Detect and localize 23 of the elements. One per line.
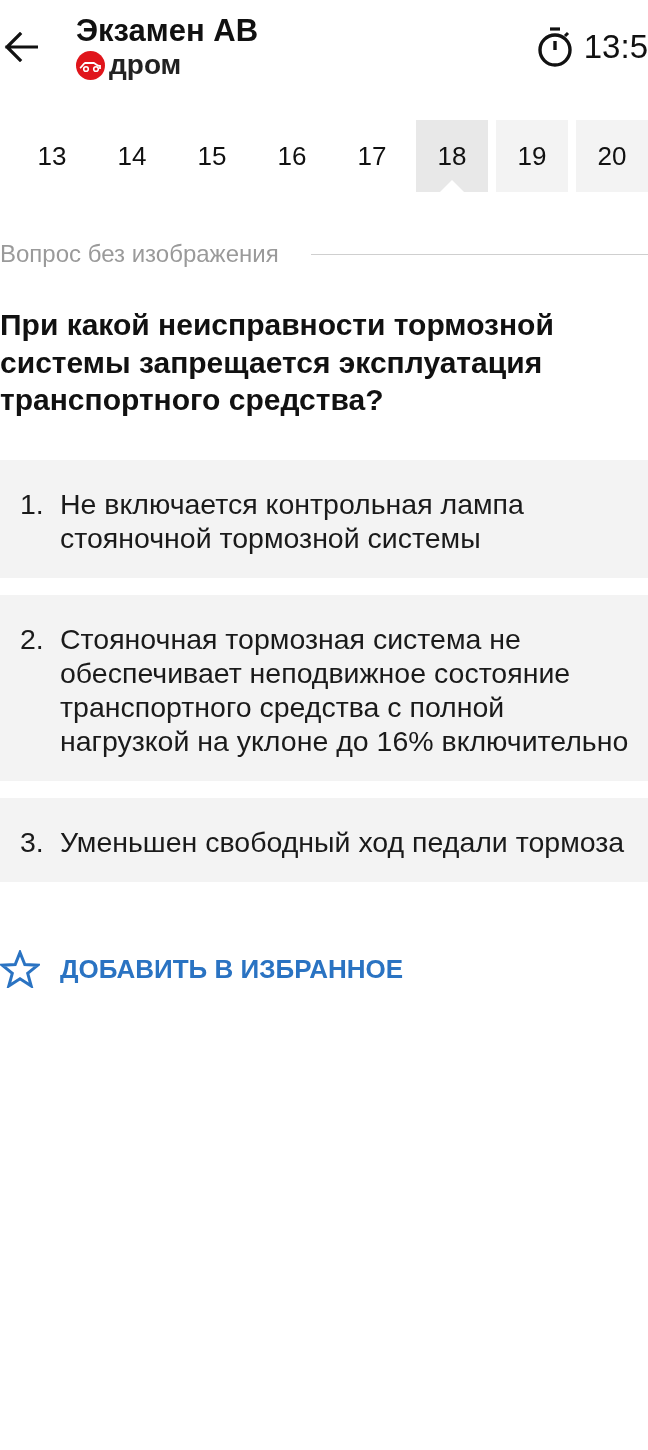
answer-text: Стояночная тормозная система не обеспечивает неподвижное состояние транспортного средства с полной нагрузкой на уклоне до 16% включительно: [60, 621, 630, 758]
answer-number: 2.: [20, 621, 45, 657]
star-icon: [0, 949, 40, 988]
back-arrow-icon: [4, 32, 38, 62]
stopwatch-icon: [535, 27, 574, 67]
answer-option[interactable]: 1. Не включается контрольная лампа стояночной тормозной системы: [0, 459, 648, 578]
question-number-tab[interactable]: 19: [496, 120, 568, 192]
question-number-tab[interactable]: 18: [416, 120, 488, 192]
answer-option[interactable]: 3. Уменьшен свободный ход педали тормоза: [0, 797, 648, 882]
answer-number: 1.: [20, 486, 45, 522]
car-logo-icon: [76, 50, 105, 80]
question-number-tab[interactable]: 20: [576, 120, 648, 192]
answer-number: 3.: [20, 824, 45, 859]
answer-option[interactable]: 2. Стояночная тормозная система не обеспечивает неподвижное состояние транспортного средства с полной нагрузкой на уклоне до 16% включительно: [0, 594, 648, 781]
timer-text: 13:5: [583, 27, 648, 67]
question-type-label: Вопрос без изображения: [0, 240, 279, 268]
add-to-favorites-button[interactable]: ДОБАВИТЬ В ИЗБРАННОЕ: [0, 949, 404, 988]
screen-title: Экзамен АВ: [76, 13, 259, 49]
back-button[interactable]: [4, 31, 38, 63]
brand-name: дром: [109, 49, 182, 81]
question-text: При какой неисправности тормозной системы запрещается эксплуатация транспортного средства?: [0, 307, 555, 418]
answer-text: Не включается контрольная лампа стояночной тормозной системы: [60, 486, 525, 555]
answer-text: Уменьшен свободный ход педали тормоза: [60, 824, 626, 859]
